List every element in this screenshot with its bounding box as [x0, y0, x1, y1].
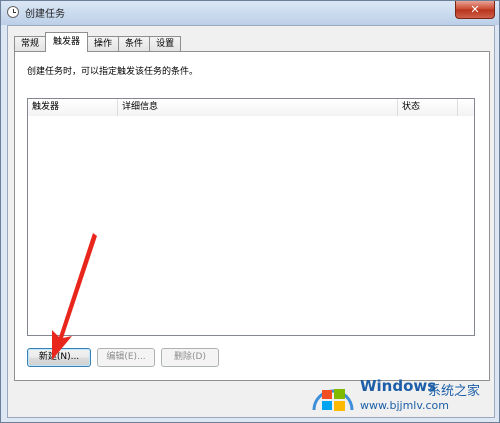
column-header-trigger[interactable]: 触发器	[28, 99, 118, 116]
panel-description: 创建任务时，可以指定触发该任务的条件。	[27, 67, 199, 77]
watermark-subtitle: 系统之家	[428, 384, 481, 399]
watermark-brand: Windows	[360, 377, 437, 395]
delete-button[interactable]: 删除(D)	[161, 348, 219, 367]
dialog-window: 创建任务 ✕ 常规 触发器 操作 条件 设置 创建任务时，可以指定触发该任务的条…	[0, 0, 500, 423]
watermark-url: www.bjjmlv.com	[360, 399, 449, 412]
clock-icon	[7, 6, 19, 18]
button-row: 新建(N)... 编辑(E)... 删除(D)	[27, 348, 219, 367]
tab-triggers[interactable]: 触发器	[45, 32, 89, 52]
new-button[interactable]: 新建(N)...	[27, 348, 91, 367]
column-header-details[interactable]: 详细信息	[118, 99, 398, 116]
triggers-list[interactable]: 触发器 详细信息 状态	[27, 98, 475, 336]
watermark: Windows 系统之家 www.bjjmlv.com	[312, 372, 500, 423]
windows-logo-icon	[312, 389, 354, 411]
dialog-client: 常规 触发器 操作 条件 设置 创建任务时，可以指定触发该任务的条件。 触发器 …	[7, 25, 495, 418]
window-title: 创建任务	[25, 9, 65, 20]
tab-conditions[interactable]: 条件	[118, 36, 151, 52]
column-header-status[interactable]: 状态	[398, 99, 458, 116]
triggers-panel: 创建任务时，可以指定触发该任务的条件。 触发器 详细信息 状态 新建(N)...…	[14, 51, 490, 381]
close-button[interactable]: ✕	[455, 1, 495, 19]
edit-button[interactable]: 编辑(E)...	[97, 348, 155, 367]
column-header-blank	[458, 99, 474, 116]
tab-actions[interactable]: 操作	[87, 36, 120, 52]
list-header: 触发器 详细信息 状态	[28, 99, 474, 116]
title-bar[interactable]: 创建任务 ✕	[1, 1, 499, 25]
tab-strip: 常规 触发器 操作 条件 设置	[14, 32, 182, 52]
tab-settings[interactable]: 设置	[149, 36, 182, 52]
tab-general[interactable]: 常规	[14, 36, 47, 52]
